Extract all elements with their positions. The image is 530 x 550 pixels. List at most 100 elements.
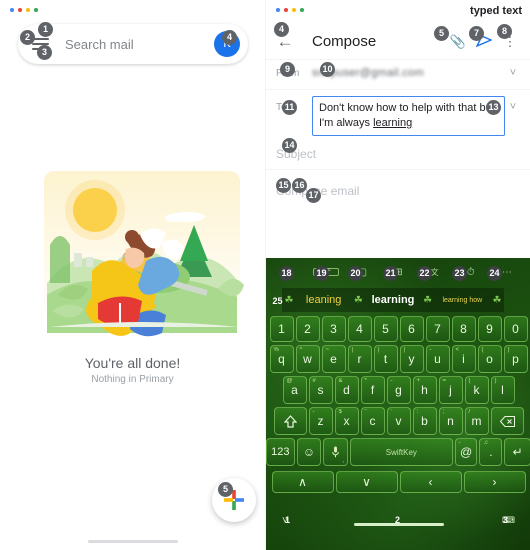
arrow-up-key[interactable]: ∧	[271, 471, 334, 493]
key-s[interactable]: # s	[308, 376, 333, 404]
key-3-label: 3	[330, 322, 337, 336]
key-a[interactable]: @ a	[282, 376, 307, 404]
key-w-label: w	[303, 352, 312, 366]
marker-17r: 17	[306, 188, 321, 203]
key-l[interactable]: ) l	[490, 376, 515, 404]
key-f-sub: *	[364, 378, 367, 384]
key-v[interactable]: ' v	[386, 407, 411, 435]
key-g[interactable]: -g	[386, 376, 411, 404]
suggestion-1[interactable]: learning	[365, 294, 420, 306]
key-1[interactable]: 1	[269, 316, 294, 342]
shift-icon[interactable]	[273, 407, 307, 435]
key-1-label: 1	[278, 322, 285, 336]
key-e[interactable]: ~ e	[321, 345, 346, 373]
key-u-label: u	[434, 352, 441, 366]
marker-3: 3	[37, 45, 52, 60]
marker-24: 24	[487, 266, 502, 281]
marker-4: 4	[222, 30, 237, 45]
enter-icon[interactable]: ↵	[504, 438, 530, 466]
key-y-label: y	[408, 352, 415, 366]
space-key[interactable]: SwiftKey	[350, 438, 453, 466]
key-o-label: o	[486, 352, 493, 366]
key-n[interactable]: ; n	[438, 407, 463, 435]
key-r-label: r	[357, 352, 362, 366]
mic-key[interactable]: ,	[323, 438, 349, 466]
key-2-label: 2	[304, 322, 311, 336]
chevron-down-icon[interactable]: ˅	[505, 62, 521, 79]
from-field-row[interactable]: From smtpuser@gmail.com ˅	[266, 62, 530, 90]
keyboard-row-numbers: 1 2 3 4 5 6 7 8 9 0	[266, 316, 530, 342]
key-3[interactable]: 3	[321, 316, 346, 342]
key-m[interactable]: / m	[464, 407, 489, 435]
key-r[interactable]: | r	[347, 345, 372, 373]
arrow-down-key-label: ∨	[362, 475, 371, 489]
key-t[interactable]: | t	[373, 345, 398, 373]
key-d-label: d	[343, 383, 350, 397]
key-u[interactable]: -u	[425, 345, 450, 373]
key-h[interactable]: + h	[412, 376, 437, 404]
marker-8r: 8	[497, 24, 512, 39]
key-9[interactable]: 9	[477, 316, 502, 342]
backspace-icon[interactable]	[490, 407, 524, 435]
key-v-sub: '	[390, 409, 392, 415]
key-y[interactable]: | y	[399, 345, 424, 373]
key-i[interactable]: < i	[451, 345, 476, 373]
key-z-sub: -	[312, 409, 315, 415]
at-key[interactable]: - @	[454, 438, 478, 466]
key-c[interactable]: " c	[360, 407, 385, 435]
key-b-label: b	[421, 414, 428, 428]
period-key[interactable]: ♫ .	[479, 438, 503, 466]
suggestion-2[interactable]: learning how	[435, 297, 490, 304]
arrow-down-key[interactable]: ∨	[335, 471, 398, 493]
key-w[interactable]: ^ w	[295, 345, 320, 373]
key-l-label: l	[501, 383, 504, 397]
key-d[interactable]: & d	[334, 376, 359, 404]
marker-18: 18	[279, 266, 294, 281]
key-m-sub: /	[468, 409, 471, 415]
subject-field-row[interactable]: Subject	[266, 142, 530, 170]
key-7[interactable]: 7	[425, 316, 450, 342]
to-input[interactable]: Don't know how to help with that but I'm…	[312, 96, 505, 136]
key-z[interactable]: -z	[308, 407, 333, 435]
key-g-label: g	[395, 383, 402, 397]
key-4[interactable]: 4	[347, 316, 372, 342]
key-o[interactable]: (o	[477, 345, 502, 373]
chevron-down-icon-to[interactable]: ˅	[505, 96, 521, 113]
numeric-key[interactable]: 123	[266, 438, 295, 466]
subject-input[interactable]: Subject	[276, 142, 521, 161]
key-2[interactable]: 2	[295, 316, 320, 342]
marker-14r: 14	[282, 138, 297, 153]
key-u-sub: -	[429, 347, 432, 353]
key-p[interactable]: ) p	[503, 345, 528, 373]
key-6[interactable]: 6	[399, 316, 424, 342]
arrow-up-key-label: ∧	[298, 475, 307, 489]
key-q[interactable]: % q	[269, 345, 294, 373]
mic-icon	[332, 446, 340, 458]
key-k-sub: (	[468, 378, 471, 384]
emoji-icon[interactable]: ☺	[296, 438, 322, 466]
arrow-left-key[interactable]: ‹	[399, 471, 462, 493]
suggestion-0[interactable]: leaning	[296, 294, 351, 306]
key-f-label: f	[370, 383, 375, 397]
key-p-label: p	[512, 352, 519, 366]
arrow-right-key[interactable]: ›	[463, 471, 526, 493]
key-n-label: n	[447, 414, 454, 428]
key-8[interactable]: 8	[451, 316, 476, 342]
keyboard-row-asdf: @ a # s & d * f - g + h = j(k) l	[266, 376, 530, 404]
key-5[interactable]: 5	[373, 316, 398, 342]
key-j[interactable]: = j	[438, 376, 463, 404]
paperclip-icon[interactable]: 📎	[445, 34, 471, 50]
window-dots-right	[276, 8, 304, 12]
search-input[interactable]: Search mail	[65, 37, 214, 52]
marker-10r: 10	[320, 62, 335, 77]
music-sub: ♫	[483, 440, 488, 446]
marker-1: 1	[38, 22, 53, 37]
key-x[interactable]: $ x	[334, 407, 359, 435]
marker-23: 23	[452, 266, 467, 281]
person-reading-illustration	[44, 171, 244, 337]
key-k[interactable]: (k	[464, 376, 489, 404]
key-b[interactable]: :b	[412, 407, 437, 435]
key-h-sub: +	[416, 378, 421, 384]
key-0[interactable]: 0	[503, 316, 528, 342]
key-f[interactable]: * f	[360, 376, 385, 404]
